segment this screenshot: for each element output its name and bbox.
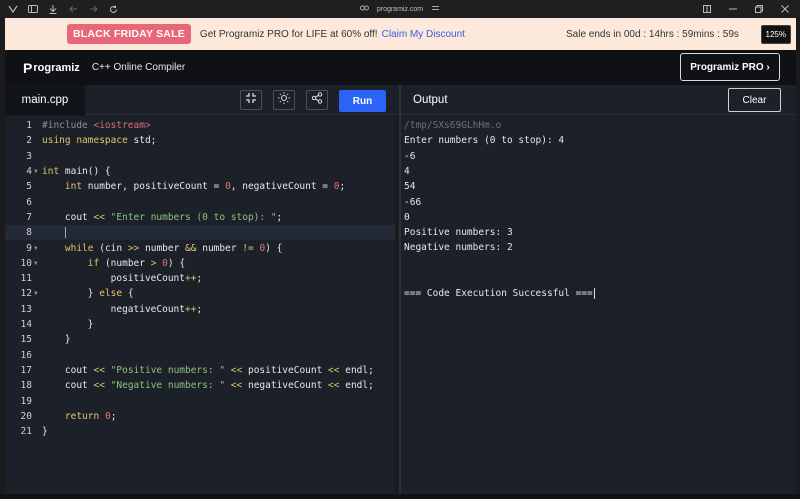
code-editor[interactable]: 1 #include <iostream> 2 using namespace st… [5,116,395,494]
promo-banner: BLACK FRIDAY SALE Get Programiz PRO for … [5,18,796,50]
output-line: -66 [404,196,422,208]
code-line[interactable]: 15 } [5,332,395,347]
terminal-caret [593,288,595,300]
logo-text: rogramiz [33,61,80,74]
minimize-icon[interactable] [728,4,738,14]
code-line[interactable]: 3 [5,149,395,164]
line-number: 2 [26,135,32,147]
reload-icon[interactable] [108,4,118,14]
line-number: 3 [26,150,32,162]
claim-discount-link[interactable]: Claim My Discount [382,29,465,40]
line-number: 12 [20,288,32,300]
page-title: C++ Online Compiler [91,62,186,73]
line-number: 6 [26,196,32,208]
tab-options-icon[interactable] [431,5,440,13]
code-line[interactable]: 12 ▼ } else { [5,286,395,301]
promo-text: Get Programiz PRO for LIFE at 60% off! [199,28,378,40]
address-bar[interactable]: programiz.com [377,6,423,13]
fold-arrow-icon[interactable]: ▼ [32,260,42,267]
output-title: Output [413,94,448,106]
line-number: 21 [20,426,32,438]
code-line[interactable]: 18 cout << "Negative numbers: " << negat… [5,378,395,393]
success-message: === Code Execution Successful === [404,288,593,300]
code-line[interactable]: 2 using namespace std; [5,133,395,148]
output-success-line[interactable]: === Code Execution Successful === [404,288,595,300]
browser-toolbar: programiz.com [0,0,800,18]
fold-arrow-icon[interactable]: ▼ [32,290,42,297]
restore-icon[interactable] [754,4,764,14]
code-line[interactable]: 16 [5,348,395,363]
output-panel: /tmp/SXs69GLhHm.o Enter numbers (0 to st… [401,116,796,494]
sidebar-toggle-icon[interactable] [28,4,38,14]
output-line: Enter numbers (0 to stop): 4 [404,135,565,147]
text-cursor [64,227,66,239]
code-line[interactable]: 11 positiveCount++; [5,271,395,286]
back-icon[interactable] [68,4,78,14]
fold-arrow-icon[interactable]: ▼ [32,245,42,252]
run-button[interactable]: Run [339,90,386,112]
output-line: 0 [404,211,410,223]
file-tab-main-cpp[interactable]: main.cpp [5,85,85,115]
code-line[interactable]: 9 ▼ while (cin >> number && number != 0) … [5,240,395,255]
download-icon[interactable] [48,4,58,14]
code-line[interactable]: 1 #include <iostream> [5,118,395,133]
line-number: 14 [20,319,32,331]
output-line: Positive numbers: 3 [404,227,513,239]
logo-letter: P [23,59,33,76]
line-number: 5 [26,181,32,193]
line-number: 11 [20,273,32,285]
line-number: 18 [20,380,32,392]
line-number: 4 [26,166,32,178]
close-window-icon[interactable] [780,4,790,14]
code-line[interactable]: 7 cout << "Enter numbers (0 to stop): "; [5,210,395,225]
output-line: -6 [404,150,416,162]
sale-countdown: Sale ends in 00d : 14hrs : 59mins : 59s [566,28,739,40]
code-line[interactable]: 14 } [5,317,395,332]
browser-logo-icon [8,4,18,14]
line-number: 9 [26,242,32,254]
line-number: 10 [20,257,32,269]
site-header: Programiz C++ Online Compiler Programiz … [5,50,796,85]
line-number: 19 [20,395,32,407]
fold-arrow-icon[interactable]: ▼ [32,168,42,175]
output-line: /tmp/SXs69GLhHm.o [404,120,502,131]
clear-output-button[interactable]: Clear [728,88,781,112]
share-button[interactable] [306,90,328,110]
split-view-icon[interactable] [702,4,712,14]
line-number: 17 [20,364,32,376]
theme-toggle-button[interactable] [273,90,295,110]
sale-badge[interactable]: BLACK FRIDAY SALE [67,24,191,44]
line-number: 16 [20,349,32,361]
fullscreen-exit-button[interactable] [240,90,262,110]
code-line-active[interactable]: 8 [5,225,395,241]
share-icon [311,91,323,109]
site-info-icon[interactable] [359,5,369,13]
line-number: 7 [26,211,32,223]
code-line[interactable]: 19 [5,393,395,408]
code-line[interactable]: 4 ▼ int main() { [5,164,395,179]
code-line[interactable]: 13 negativeCount++; [5,302,395,317]
line-number: 1 [26,120,32,132]
output-line: 54 [404,181,416,193]
output-line: 4 [404,165,410,177]
code-line[interactable]: 5 int number, positiveCount = 0, negativ… [5,179,395,194]
line-number: 13 [20,303,32,315]
code-line[interactable]: 6 [5,195,395,210]
code-line[interactable]: 17 cout << "Positive numbers: " << posit… [5,363,395,378]
minimize-editor-icon [245,91,257,109]
sun-icon [278,91,290,109]
line-number: 20 [20,410,32,422]
line-number: 15 [20,334,32,346]
line-number: 8 [26,227,32,239]
zoom-level-badge[interactable]: 125% [760,25,791,44]
output-line: Negative numbers: 2 [404,242,513,254]
code-line[interactable]: 10 ▼ if (number > 0) { [5,256,395,271]
code-line[interactable]: 20 return 0; [5,409,395,424]
programiz-logo[interactable]: Programiz [23,60,80,76]
forward-icon[interactable] [88,4,98,14]
code-line[interactable]: 21} [5,424,395,439]
window-bottom-edge [0,494,800,499]
programiz-pro-button[interactable]: Programiz PRO › [680,53,780,81]
